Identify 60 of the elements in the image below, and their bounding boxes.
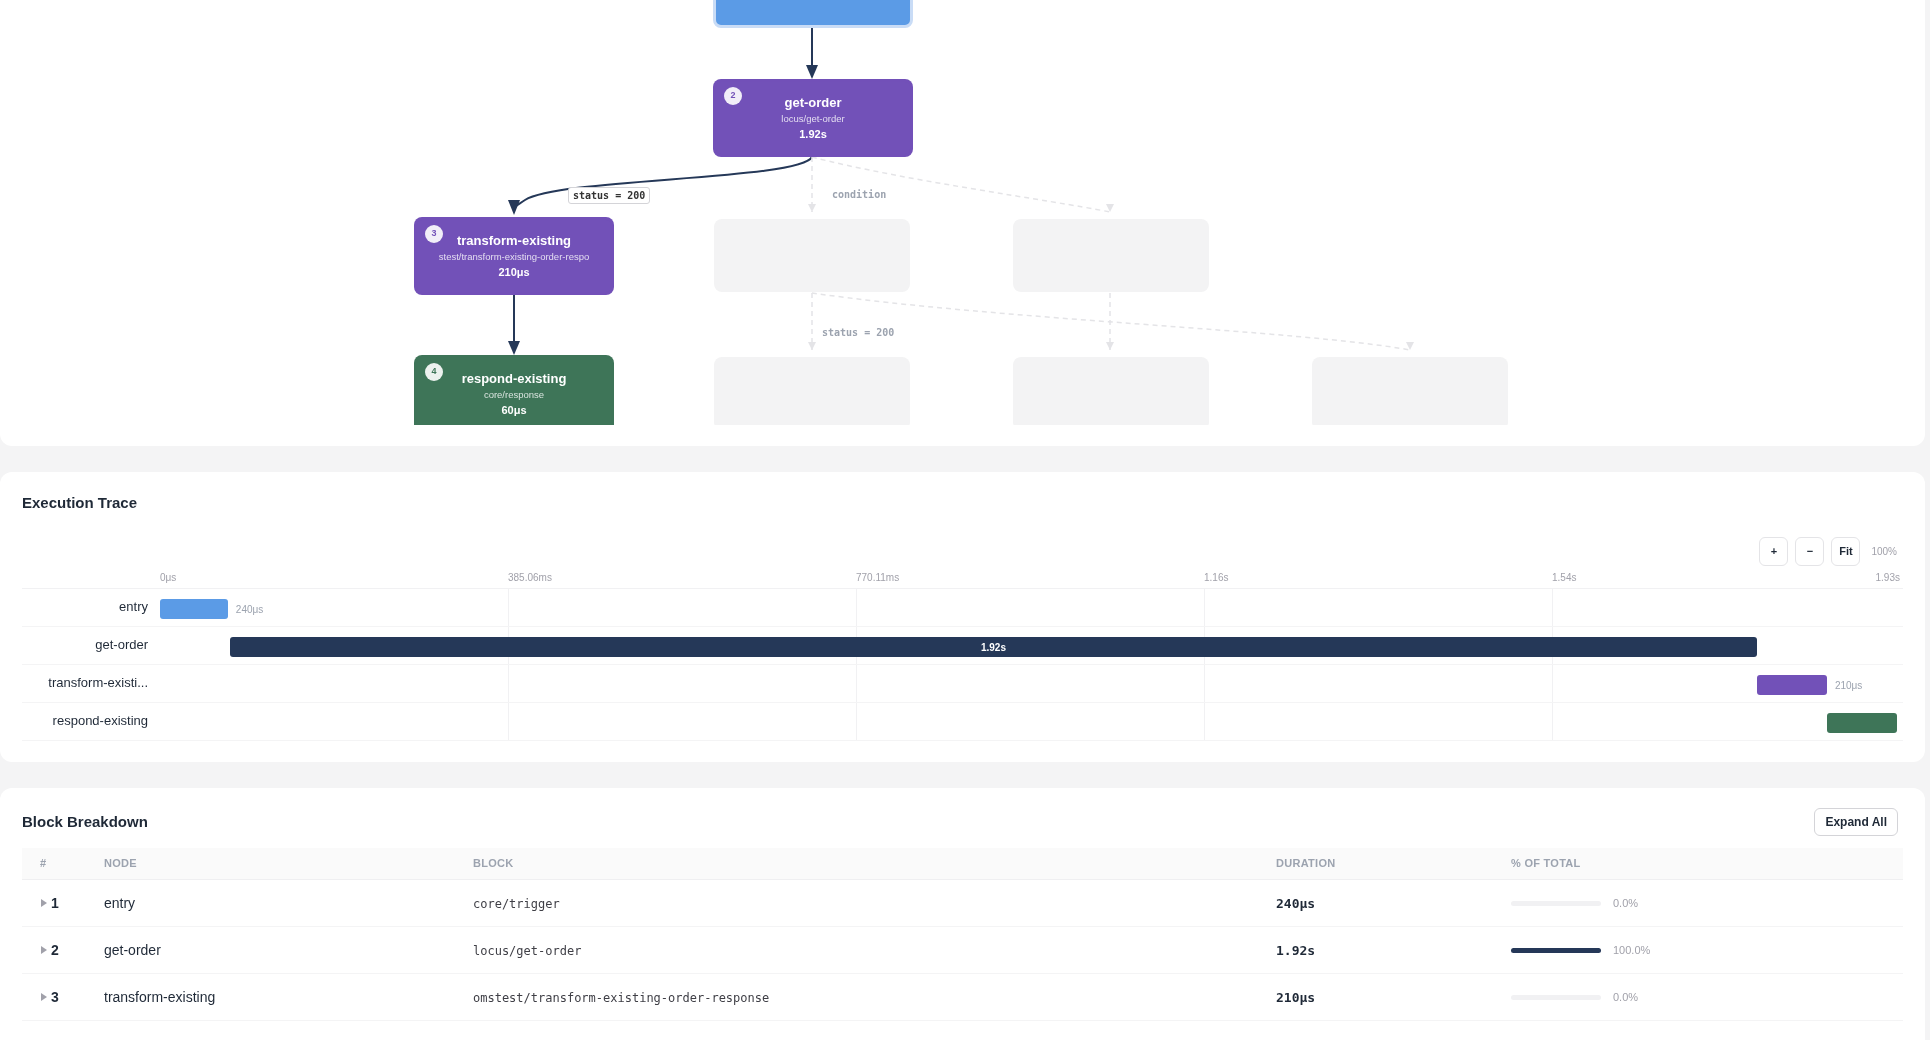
table-cell-text: 0.0% (1613, 989, 1639, 1005)
node-duration: 210μs (498, 265, 530, 280)
flow-node[interactable]: 3 transform-existing stest/transform-existing-order-respo 210μs (414, 217, 614, 295)
table-cell-text: 2 (51, 940, 59, 960)
table-cell: omstest/transform-existing-order-response (473, 990, 770, 1005)
table-cell: 210μs (1276, 989, 1316, 1005)
row-label: entry (118, 598, 148, 617)
column-header: # (39, 856, 48, 872)
expand-all-button[interactable]: Expand All (1814, 808, 1898, 836)
duration-label: 210μs (1834, 678, 1863, 693)
flow-node[interactable]: 2 get-order locus/get-order 1.92s (713, 79, 913, 157)
table-cell: core/trigger (473, 896, 560, 911)
axis-tick-label: 1.93s (1875, 570, 1900, 585)
node-title: transform-existing (456, 232, 572, 250)
node-duration: 60μs (501, 403, 527, 418)
column-header: DURATION (1276, 856, 1337, 872)
connector-arrow (508, 294, 520, 355)
zoom-button[interactable]: − (1795, 536, 1825, 566)
table-cell: 1.92s (1276, 942, 1316, 958)
column-header: BLOCK (473, 856, 515, 872)
table-cell: 240μs (1276, 895, 1316, 911)
table-cell-text: 0.0% (1613, 895, 1639, 911)
table-cell: transform-existing (104, 988, 216, 1005)
block-path-label: stest/transform-existing-order-respo (438, 250, 590, 264)
expand-caret-icon[interactable] (40, 899, 47, 907)
axis-tick-label: 1.54s (1552, 570, 1577, 585)
zoom-button[interactable]: Fit (1831, 536, 1861, 566)
block-path-label: core/response (483, 388, 545, 402)
column-header: % OF TOTAL (1511, 856, 1582, 872)
table-cell: locus/get-order (473, 943, 582, 958)
table-cell-text: 3 (51, 987, 59, 1007)
block-path-label: locus/get-order (781, 112, 845, 126)
section-title: Execution Trace (22, 493, 139, 513)
axis-tick-label: 1.16s (1204, 570, 1229, 585)
expand-caret-icon[interactable] (40, 946, 47, 954)
row-label: transform-existi... (47, 674, 148, 693)
table-cell-text: 100.0% (1613, 942, 1651, 958)
flow-node[interactable]: 4 respond-existing core/response 60μs (414, 355, 614, 425)
axis-tick-label: 0μs (160, 570, 177, 585)
table-cell: get-order (104, 941, 161, 958)
edge-label: status = 200 (568, 187, 651, 204)
section-title: Block Breakdown (22, 811, 148, 832)
zoom-button[interactable]: + (1759, 536, 1789, 566)
row-label: get-order (94, 636, 148, 655)
step-number: 3 (425, 225, 443, 243)
node-title: get-order (784, 94, 842, 112)
table-cell: entry (104, 894, 136, 911)
column-header: NODE (104, 856, 138, 872)
duration-label: 240μs (235, 602, 264, 617)
node-duration: 1.92s (799, 127, 827, 142)
step-number: 4 (425, 363, 443, 381)
duration-label: 1.92s (980, 640, 1006, 655)
step-number: 2 (724, 87, 742, 105)
axis-tick-label: 770.11ms (856, 570, 900, 585)
row-label: respond-existing (51, 712, 148, 731)
table-cell-text: 1 (51, 893, 59, 913)
zoom-level: 100% (1871, 544, 1897, 559)
node-title: respond-existing (461, 370, 567, 388)
axis-tick-label: 385.06ms (508, 570, 552, 585)
expand-caret-icon[interactable] (40, 993, 47, 1001)
